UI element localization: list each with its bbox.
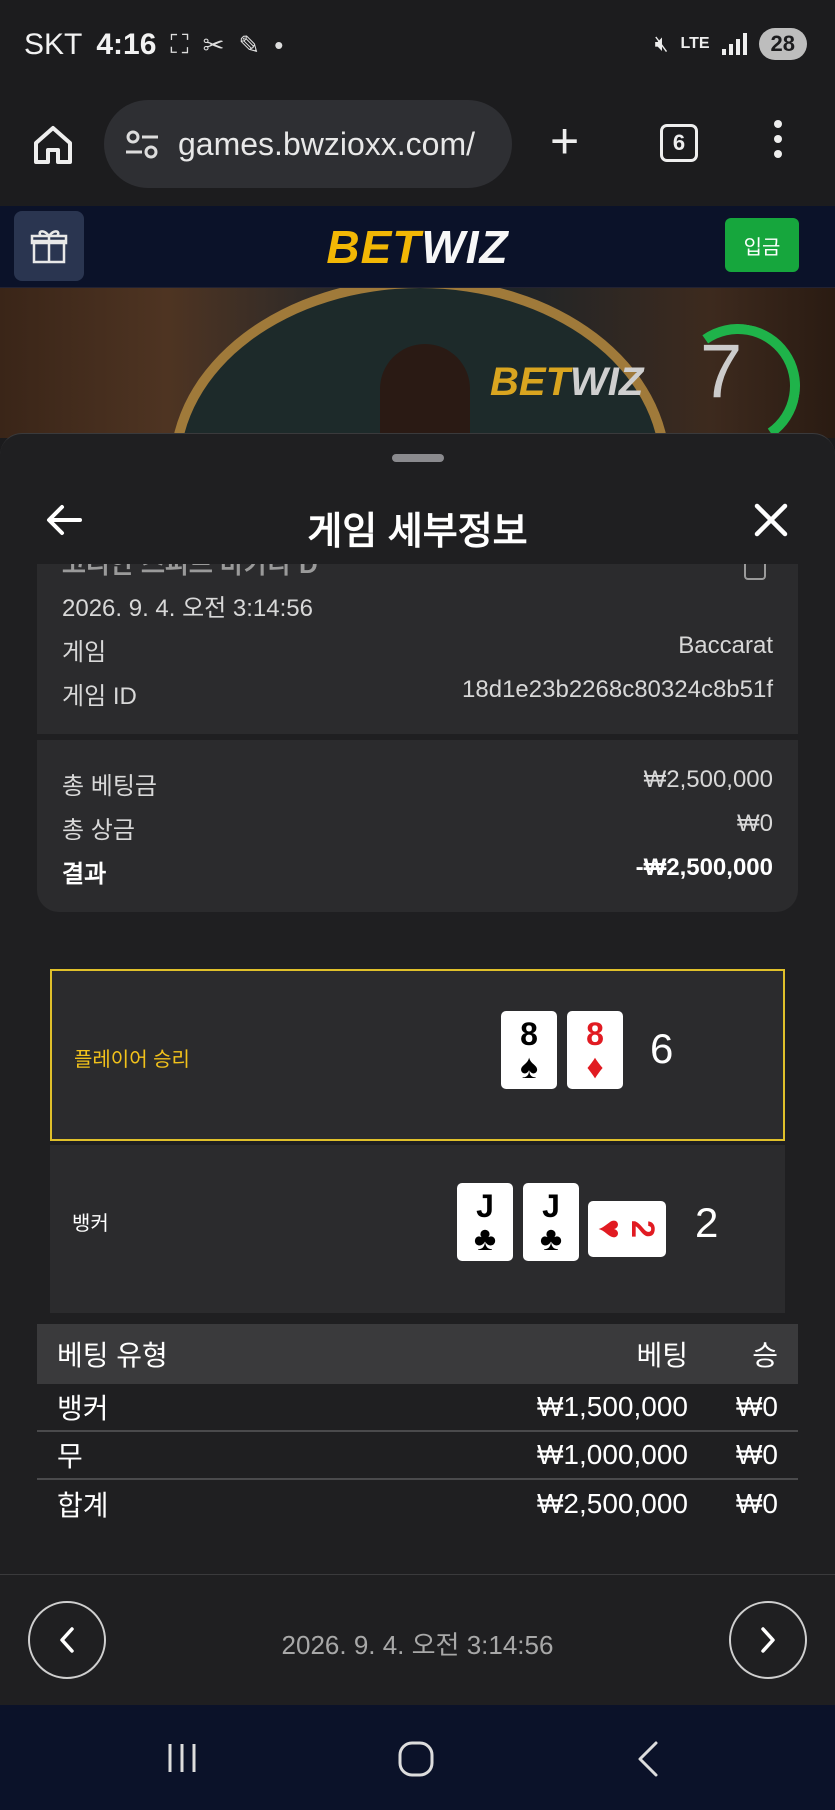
browser-menu-button[interactable] bbox=[772, 120, 784, 158]
sheet-header: 게임 세부정보 bbox=[0, 464, 835, 574]
video-logo: BETWIZ bbox=[490, 360, 644, 404]
mute-icon: 🔇︎ bbox=[654, 31, 669, 56]
url-bar[interactable]: games.bwzioxx.com/ bbox=[104, 100, 512, 188]
status-bar: SKT 4:16 ⛶ ✂ ✎ • 🔇︎ LTE 28 bbox=[0, 0, 835, 96]
player-label: 플레이어 승리 bbox=[74, 1049, 190, 1071]
close-icon[interactable] bbox=[751, 500, 791, 540]
sheet-footer: 2026. 9. 4. 오전 3:14:56 bbox=[0, 1574, 835, 1706]
table-row: 무 ₩1,000,000 ₩0 bbox=[37, 1432, 798, 1480]
system-nav-bar bbox=[0, 1705, 835, 1810]
url-text[interactable]: games.bwzioxx.com/ bbox=[178, 126, 475, 163]
total-win-row: 총 상금 ₩0 bbox=[62, 810, 773, 844]
signal-icon bbox=[721, 33, 747, 55]
footer-date: 2026. 9. 4. 오전 3:14:56 bbox=[281, 1630, 554, 1660]
player-card-2: 8 ♦ bbox=[567, 1011, 623, 1089]
bet-table: 베팅 유형 베팅 승 뱅커 ₩1,500,000 ₩0 무 ₩1,000,000… bbox=[37, 1324, 798, 1528]
browser-toolbar: games.bwzioxx.com/ + 6 bbox=[0, 96, 835, 206]
round-timer: 7 bbox=[700, 329, 743, 414]
game-summary-card: 코리안 스피드 바카라 D 2026. 9. 4. 오전 3:14:56 게임 B… bbox=[37, 564, 798, 912]
deposit-button[interactable]: 입금 bbox=[725, 218, 799, 272]
home-icon[interactable] bbox=[30, 122, 76, 168]
chevron-right-icon bbox=[761, 1627, 775, 1653]
tab-switcher-button[interactable]: 6 bbox=[660, 124, 698, 162]
battery-badge: 28 bbox=[758, 28, 807, 60]
player-score: 6 bbox=[650, 1025, 674, 1072]
site-header: BETWIZ 입금 bbox=[0, 206, 835, 288]
game-title: 코리안 스피드 바카라 D bbox=[62, 564, 318, 579]
table-row: 뱅커 ₩1,500,000 ₩0 bbox=[37, 1384, 798, 1432]
banker-label: 뱅커 bbox=[72, 1213, 109, 1235]
sheet-grabber[interactable] bbox=[392, 454, 444, 462]
game-info-section: 코리안 스피드 바카라 D 2026. 9. 4. 오전 3:14:56 게임 B… bbox=[37, 564, 798, 734]
recent-apps-icon[interactable] bbox=[164, 1741, 200, 1775]
bet-table-header: 베팅 유형 베팅 승 bbox=[37, 1324, 798, 1384]
info-row-game: 게임 Baccarat bbox=[62, 632, 773, 666]
live-video: BETWIZ 7 bbox=[0, 288, 835, 438]
screenshot-icon: ⛶ bbox=[170, 29, 189, 59]
player-result-panel: 플레이어 승리 8 ♠ 8 ♦ 6 bbox=[50, 969, 785, 1141]
player-card-1: 8 ♠ bbox=[501, 1011, 557, 1089]
home-nav-icon[interactable] bbox=[396, 1739, 436, 1779]
info-row-game-id: 게임 ID 18d1e23b2268c80324c8b51f bbox=[62, 676, 773, 710]
site-settings-icon[interactable] bbox=[124, 126, 160, 162]
banker-card-3: 2 ♥ bbox=[588, 1201, 666, 1257]
total-bet-row: 총 베팅금 ₩2,500,000 bbox=[62, 766, 773, 800]
banker-score: 2 bbox=[695, 1199, 719, 1246]
back-nav-icon[interactable] bbox=[634, 1739, 662, 1779]
copy-icon[interactable] bbox=[744, 564, 766, 580]
new-tab-button[interactable]: + bbox=[550, 116, 579, 166]
totals-section: 총 베팅금 ₩2,500,000 총 상금 ₩0 결과 -₩2,500,000 bbox=[37, 740, 798, 912]
banker-result-panel: 뱅커 J ♣ J ♣ 2 ♥ 2 bbox=[50, 1145, 785, 1313]
notification-icon: ✎ bbox=[238, 29, 261, 60]
missed-call-icon: ✂ bbox=[202, 29, 225, 60]
site-logo[interactable]: BETWIZ bbox=[0, 220, 835, 274]
banker-card-2: J ♣ bbox=[523, 1183, 579, 1261]
banker-card-1: J ♣ bbox=[457, 1183, 513, 1261]
sheet-title: 게임 세부정보 bbox=[307, 511, 528, 553]
dot-icon: • bbox=[274, 29, 284, 60]
carrier-label: SKT bbox=[24, 28, 83, 61]
network-label: LTE bbox=[680, 35, 710, 52]
game-datetime: 2026. 9. 4. 오전 3:14:56 bbox=[62, 595, 313, 622]
clock: 4:16 bbox=[96, 28, 157, 61]
next-game-button[interactable] bbox=[729, 1601, 807, 1679]
dealer-image bbox=[380, 344, 470, 438]
table-row-total: 합계 ₩2,500,000 ₩0 bbox=[57, 1488, 778, 1521]
game-details-sheet: 게임 세부정보 코리안 스피드 바카라 D 2026. 9. 4. 오전 3:1… bbox=[0, 433, 835, 1706]
result-row: 결과 -₩2,500,000 bbox=[62, 854, 773, 888]
